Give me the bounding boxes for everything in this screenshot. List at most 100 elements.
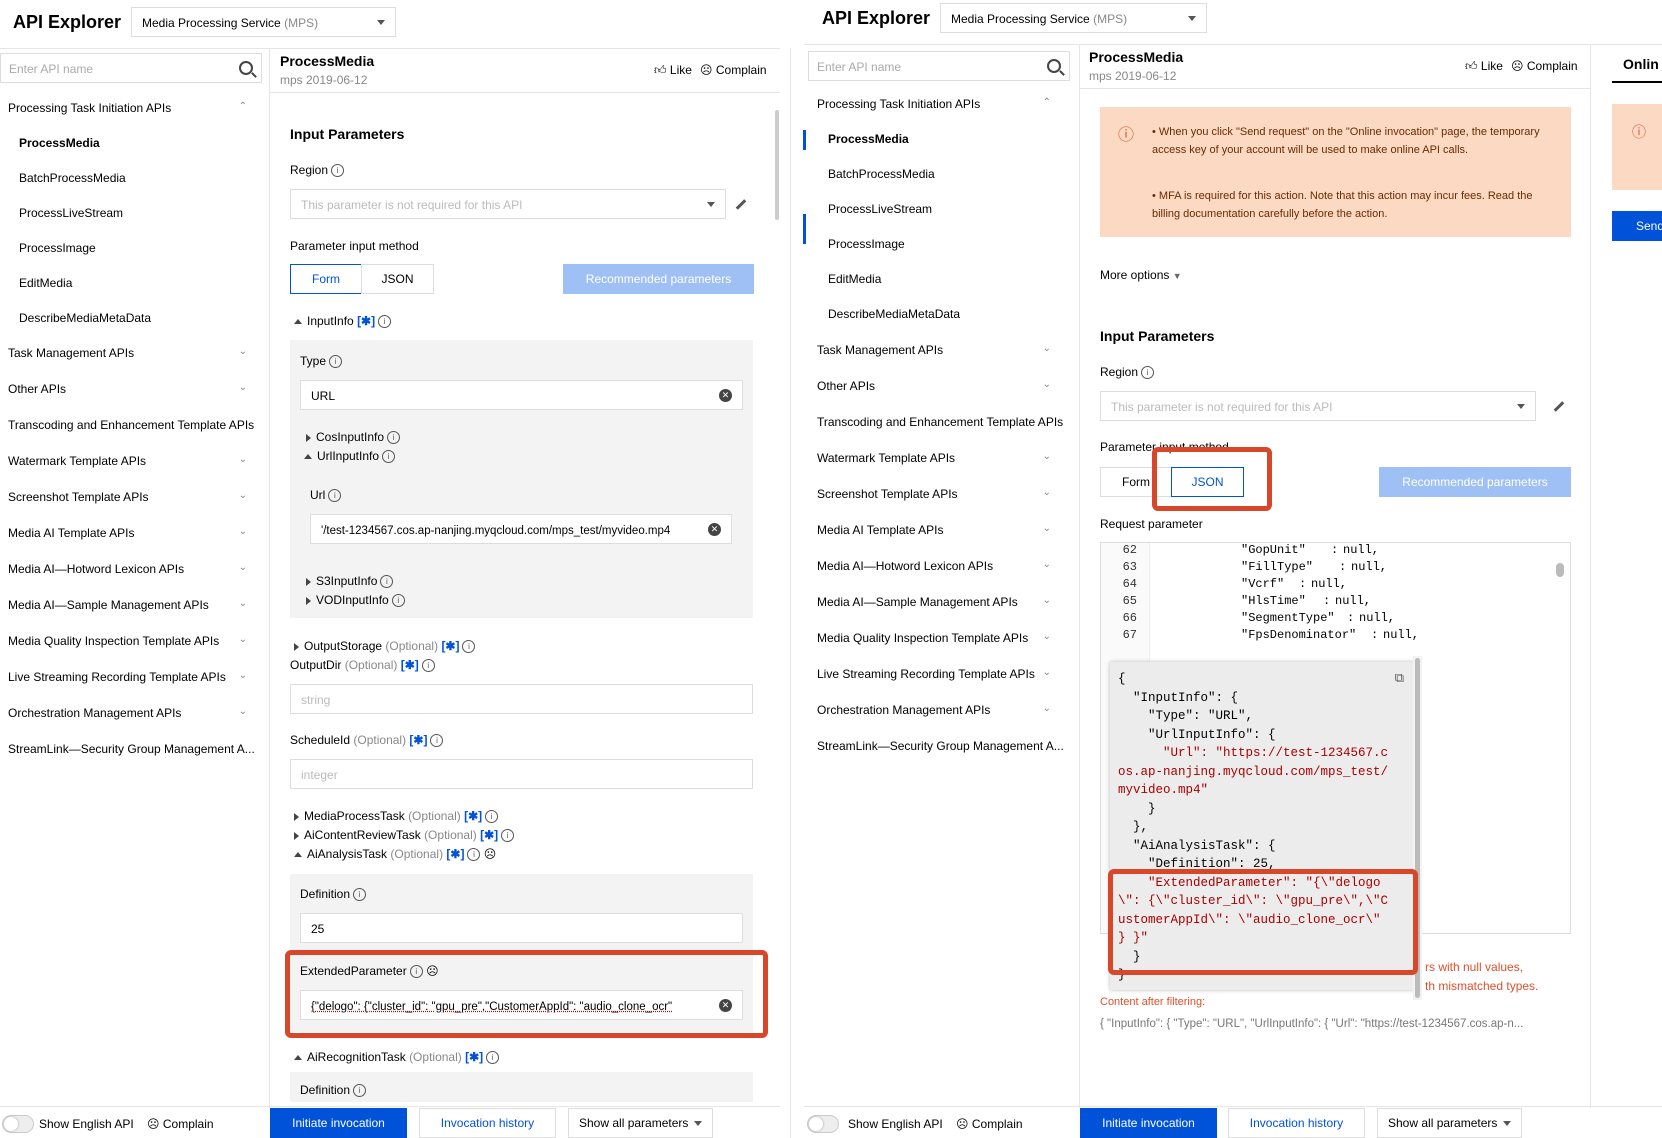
region-select[interactable]: This parameter is not required for this … <box>1100 391 1536 421</box>
nav-group-streamlink[interactable]: StreamLink—Security Group Management A..… <box>817 739 1079 753</box>
nav-item-processlivestream[interactable]: ProcessLiveStream <box>828 202 932 216</box>
tab-form[interactable]: Form <box>290 264 362 294</box>
nav-item-batchprocessmedia[interactable]: BatchProcessMedia <box>19 171 126 185</box>
copy-icon[interactable]: ⧉ <box>1395 670 1404 686</box>
recommended-params-button[interactable]: Recommended parameters <box>563 264 754 294</box>
outputstorage-toggle[interactable]: OutputStorage (Optional) [✱] i <box>294 639 475 653</box>
send-button[interactable]: Send <box>1612 211 1662 241</box>
nav-group-watermark[interactable]: Watermark Template APIs ⌄ <box>8 454 263 468</box>
nav-group-transcoding[interactable]: Transcoding and Enhancement Template API… <box>817 415 1079 429</box>
nav-group-sample[interactable]: Media AI—Sample Management APIs ⌄ <box>817 595 1067 609</box>
input-method-label: Parameter input method <box>290 239 419 253</box>
definition-field[interactable]: 25 <box>300 913 743 943</box>
initiate-invocation-button[interactable]: Initiate invocation <box>270 1108 407 1138</box>
nav-group-sample[interactable]: Media AI—Sample Management APIs ⌄ <box>8 598 263 612</box>
nav-item-describemediametadata[interactable]: DescribeMediaMetaData <box>19 311 151 325</box>
nav-item-processmedia[interactable]: ProcessMedia <box>828 132 909 146</box>
nav-item-processimage[interactable]: ProcessImage <box>828 237 905 251</box>
nav-item-processimage[interactable]: ProcessImage <box>19 241 96 255</box>
app-title: API Explorer <box>822 8 930 29</box>
nav-item-editmedia[interactable]: EditMedia <box>828 272 881 286</box>
show-all-params-select[interactable]: Show all parameters <box>568 1108 713 1138</box>
complain-button[interactable]: ☹ Complain <box>700 63 767 77</box>
aianalysistask-toggle[interactable]: AiAnalysisTask (Optional) [✱] i ☹ <box>294 847 496 861</box>
chevron-up-icon: ⌃ <box>1043 97 1051 108</box>
scrollbar[interactable] <box>775 110 779 220</box>
nav-group-hotword[interactable]: Media AI—Hotword Lexicon APIs ⌄ <box>817 559 1067 573</box>
search-icon[interactable] <box>239 61 253 75</box>
aicontentreviewtask-toggle[interactable]: AiContentReviewTask (Optional) [✱] i <box>294 828 514 842</box>
invocation-history-button[interactable]: Invocation history <box>1228 1108 1365 1138</box>
footer-complain[interactable]: ☹ Complain <box>147 1117 214 1131</box>
search-icon[interactable] <box>1047 59 1061 73</box>
inputinfo-toggle[interactable]: InputInfo [✱] i <box>294 314 391 328</box>
english-api-toggle[interactable] <box>807 1115 839 1133</box>
caret-up-icon <box>294 319 302 324</box>
outputdir-field[interactable]: string <box>290 684 753 714</box>
nav-group-quality[interactable]: Media Quality Inspection Template APIs ⌄ <box>817 631 1067 645</box>
search-input[interactable]: Enter API name <box>808 51 1070 81</box>
pencil-icon[interactable] <box>1554 401 1565 412</box>
nav-group-streamlink[interactable]: StreamLink—Security Group Management A..… <box>8 742 270 756</box>
show-all-params-select[interactable]: Show all parameters <box>1377 1108 1522 1138</box>
footer-complain[interactable]: ☹ Complain <box>956 1117 1023 1131</box>
nav-group-live-recording[interactable]: Live Streaming Recording Template APIs ⌄ <box>8 670 263 684</box>
nav-group-transcoding[interactable]: Transcoding and Enhancement Template API… <box>8 418 270 432</box>
like-button[interactable]: 👍︎ Like <box>654 63 692 78</box>
nav-group-other[interactable]: Other APIs ⌄ <box>817 379 1067 393</box>
info-icon: i <box>328 489 341 502</box>
nav-group-hotword[interactable]: Media AI—Hotword Lexicon APIs ⌄ <box>8 562 263 576</box>
nav-item-processmedia[interactable]: ProcessMedia <box>19 136 100 150</box>
nav-item-batchprocessmedia[interactable]: BatchProcessMedia <box>828 167 935 181</box>
page-title: ProcessMedia <box>280 53 374 69</box>
nav-group-processing[interactable]: Processing Task Initiation APIs ⌃ <box>817 97 1067 111</box>
nav-group-live-recording[interactable]: Live Streaming Recording Template APIs ⌄ <box>817 667 1067 681</box>
mediaprocesstask-toggle[interactable]: MediaProcessTask (Optional) [✱] i <box>294 809 498 823</box>
url-field[interactable]: '/test-1234567.cos.ap-nanjing.myqcloud.c… <box>310 514 732 544</box>
english-api-toggle[interactable] <box>2 1115 34 1133</box>
like-button[interactable]: 👍︎ Like <box>1465 59 1503 74</box>
nav-group-processing[interactable]: Processing Task Initiation APIs ⌃ <box>8 101 263 115</box>
tab-online-invocation[interactable]: Onlin <box>1623 56 1659 72</box>
nav-group-media-ai[interactable]: Media AI Template APIs ⌄ <box>817 523 1067 537</box>
nav-group-orchestration[interactable]: Orchestration Management APIs ⌄ <box>817 703 1067 717</box>
vodinputinfo-toggle[interactable]: VODInputInfo i <box>306 593 405 607</box>
nav-group-watermark[interactable]: Watermark Template APIs ⌄ <box>817 451 1067 465</box>
nav-item-editmedia[interactable]: EditMedia <box>19 276 72 290</box>
content-after-label: Content after filtering: <box>1100 996 1205 1008</box>
complain-button[interactable]: ☹ Complain <box>1511 59 1578 73</box>
service-select[interactable]: Media Processing Service (MPS) <box>940 3 1207 33</box>
clear-icon[interactable]: ✕ <box>708 523 721 536</box>
more-options[interactable]: More options ▼ <box>1100 268 1182 282</box>
outputdir-label: OutputDir (Optional) [✱] i <box>290 658 435 672</box>
airecognitiontask-toggle[interactable]: AiRecognitionTask (Optional) [✱] i <box>294 1050 499 1064</box>
service-select[interactable]: Media Processing Service (MPS) <box>131 7 396 37</box>
nav-item-describemediametadata[interactable]: DescribeMediaMetaData <box>828 307 960 321</box>
info-icon: i <box>331 164 344 177</box>
pencil-icon[interactable] <box>736 199 747 210</box>
s3inputinfo-toggle[interactable]: S3InputInfo i <box>306 574 393 588</box>
type-field[interactable]: URL ✕ <box>300 380 743 410</box>
nav-group-orchestration[interactable]: Orchestration Management APIs ⌄ <box>8 706 263 720</box>
chevron-down-icon: ⌄ <box>1043 559 1051 570</box>
nav-group-other[interactable]: Other APIs ⌄ <box>8 382 263 396</box>
request-param-label: Request parameter <box>1100 517 1203 531</box>
region-select[interactable]: This parameter is not required for this … <box>290 189 726 219</box>
clear-icon[interactable]: ✕ <box>719 389 732 402</box>
nav-group-media-ai[interactable]: Media AI Template APIs ⌄ <box>8 526 263 540</box>
urlinputinfo-toggle[interactable]: UrlInputInfo i <box>304 449 395 463</box>
invocation-history-button[interactable]: Invocation history <box>419 1108 556 1138</box>
nav-group-screenshot[interactable]: Screenshot Template APIs ⌄ <box>8 490 263 504</box>
nav-group-screenshot[interactable]: Screenshot Template APIs ⌄ <box>817 487 1067 501</box>
search-input[interactable]: Enter API name <box>0 53 262 83</box>
nav-group-quality[interactable]: Media Quality Inspection Template APIs ⌄ <box>8 634 263 648</box>
nav-group-task-management[interactable]: Task Management APIs ⌄ <box>8 346 263 360</box>
scheduleid-field[interactable]: integer <box>290 759 753 789</box>
scrollbar-thumb[interactable] <box>1556 563 1564 577</box>
tab-json[interactable]: JSON <box>361 264 434 294</box>
cosinputinfo-toggle[interactable]: CosInputInfo i <box>306 430 400 444</box>
nav-item-processlivestream[interactable]: ProcessLiveStream <box>19 206 123 220</box>
nav-group-task-management[interactable]: Task Management APIs ⌄ <box>817 343 1067 357</box>
recommended-params-button[interactable]: Recommended parameters <box>1379 467 1571 497</box>
initiate-invocation-button[interactable]: Initiate invocation <box>1080 1108 1217 1138</box>
